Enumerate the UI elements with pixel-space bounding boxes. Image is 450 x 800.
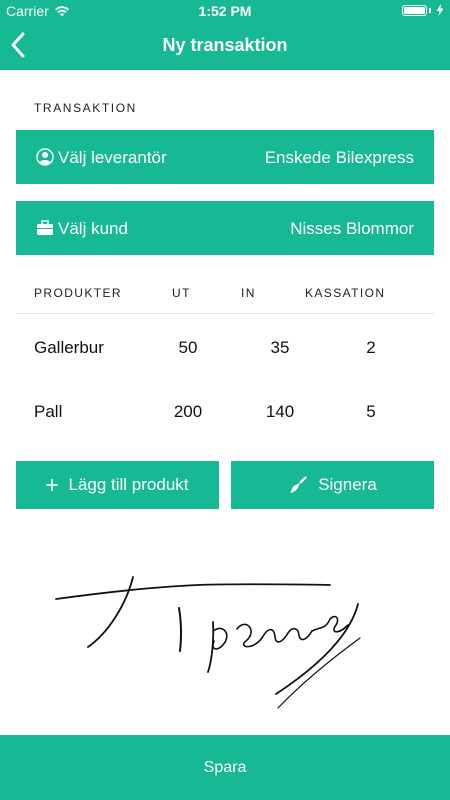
plus-icon	[46, 479, 59, 491]
add-product-button[interactable]: Lägg till produkt	[16, 461, 219, 509]
column-kassation: KASSATION	[305, 286, 386, 300]
status-time: 1:52 PM	[198, 3, 252, 19]
user-circle-icon	[36, 148, 54, 166]
table-row[interactable]: Pall 200 140 5	[0, 402, 450, 430]
briefcase-icon	[37, 220, 53, 235]
charging-bolt-icon	[436, 4, 444, 16]
app-header: Carrier 1:52 PM Ny transaktion	[0, 0, 450, 70]
column-in: IN	[241, 286, 256, 300]
product-name: Pall	[34, 402, 63, 421]
product-kassation: 5	[366, 402, 376, 421]
customer-value: Nisses Blommor	[290, 219, 414, 238]
column-products: PRODUKTER	[34, 286, 122, 300]
table-divider	[16, 313, 434, 314]
supplier-label: Välj leverantör	[58, 148, 167, 167]
product-name: Gallerbur	[34, 338, 104, 357]
product-ut: 200	[173, 402, 203, 421]
save-label: Spara	[203, 758, 247, 776]
product-kassation: 2	[366, 338, 376, 357]
navigation-bar: Ny transaktion	[0, 22, 450, 70]
sign-button[interactable]: Signera	[231, 461, 434, 509]
supplier-value: Enskede Bilexpress	[264, 148, 414, 167]
save-button[interactable]: Spara	[0, 735, 450, 800]
select-customer-button[interactable]: Välj kund Nisses Blommor	[16, 201, 434, 255]
status-bar: Carrier 1:52 PM	[0, 0, 450, 22]
paintbrush-icon	[290, 476, 307, 493]
sign-label: Signera	[318, 475, 377, 494]
battery-icon	[402, 4, 427, 16]
select-supplier-button[interactable]: Välj leverantör Enskede Bilexpress	[16, 130, 434, 184]
battery-indicator	[402, 4, 444, 16]
product-in: 140	[265, 402, 295, 421]
signature-drawing	[55, 576, 361, 709]
product-in: 35	[270, 338, 290, 357]
customer-label: Välj kund	[58, 219, 128, 238]
product-ut: 50	[178, 338, 198, 357]
add-product-label: Lägg till produkt	[68, 475, 189, 494]
page-title: Ny transaktion	[162, 35, 288, 55]
table-row[interactable]: Gallerbur 50 35 2	[0, 338, 450, 366]
column-ut: UT	[172, 286, 191, 300]
transaction-section-label: TRANSAKTION	[34, 101, 137, 115]
